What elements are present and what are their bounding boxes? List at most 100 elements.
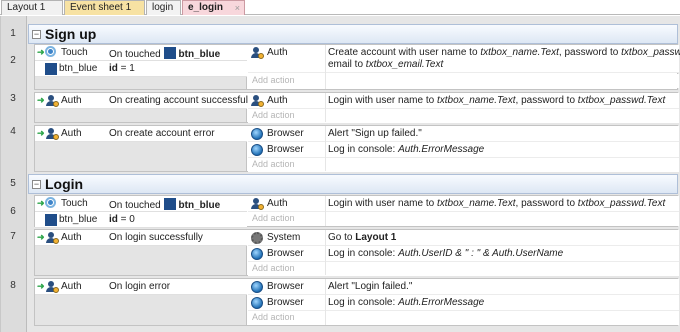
action-object: Browser: [267, 128, 304, 139]
condition-object: Touch: [61, 198, 88, 209]
event-sheet: 1 2 3 4 5 6 7 8 − Sign up ➜ Touch On tou…: [0, 16, 680, 332]
row-number: 3: [10, 93, 16, 104]
condition-on-create-account-error[interactable]: ➜ Auth On create account error: [35, 126, 247, 142]
action-log-console[interactable]: Browser Log in console: Auth.ErrorMessag…: [248, 142, 679, 158]
action-text: Login with user name to txtbox_name.Text…: [328, 95, 666, 106]
action-go-to-layout[interactable]: System Go to Layout 1: [248, 230, 679, 246]
event-row-3[interactable]: ➜ Auth On creating account successfully …: [34, 92, 679, 123]
group-login[interactable]: − Login: [28, 174, 678, 194]
condition-label: On touched: [109, 49, 161, 60]
action-object: Browser: [267, 248, 304, 259]
browser-icon: [251, 144, 263, 156]
condition-on-creating-account[interactable]: ➜ Auth On creating account successfully: [35, 93, 255, 109]
add-action-link[interactable]: Add action: [248, 109, 679, 123]
event-row-4[interactable]: ➜ Auth On create account error Browser A…: [34, 125, 679, 172]
event-row-7[interactable]: ➜ Auth On login successfully System Go t…: [34, 229, 679, 276]
condition-label: On touched: [109, 200, 161, 211]
row-number: 7: [10, 231, 16, 242]
action-create-account[interactable]: Auth Create account with user name to tx…: [248, 45, 680, 73]
condition-on-touched[interactable]: ➜ Touch On touched btn_blue: [35, 196, 247, 212]
action-text: Log in console: Auth.ErrorMessage: [328, 144, 485, 155]
condition-text: On touched btn_blue: [109, 198, 220, 211]
browser-icon: [251, 281, 263, 293]
condition-object: Auth: [61, 232, 82, 243]
action-log-console[interactable]: Browser Log in console: Auth.UserID & " …: [248, 246, 679, 262]
collapse-toggle[interactable]: −: [32, 30, 41, 39]
touch-icon: [45, 46, 57, 59]
conditions: ➜ Auth On login successfully: [35, 230, 247, 275]
trigger-arrow-icon: ➜: [37, 47, 45, 57]
condition-object: Auth: [61, 281, 82, 292]
action-login[interactable]: Auth Login with user name to txtbox_name…: [248, 196, 679, 212]
action-object: Browser: [267, 281, 304, 292]
tab-label: Event sheet 1: [70, 2, 132, 13]
condition-param: btn_blue: [178, 200, 221, 211]
variable-compare: = 0: [120, 214, 135, 225]
action-text: Alert "Sign up failed.": [328, 128, 422, 139]
event-row-8[interactable]: ➜ Auth On login error Browser Alert "Log…: [34, 278, 679, 326]
condition-instance-variable[interactable]: btn_blue id = 1: [35, 61, 247, 77]
event-row-6[interactable]: ➜ Touch On touched btn_blue btn_blue id …: [34, 195, 679, 228]
tab-e-login[interactable]: e_login ×: [182, 0, 245, 15]
action-alert[interactable]: Browser Alert "Sign up failed.": [248, 126, 679, 142]
group-title: Login: [45, 176, 84, 192]
conditions: ➜ Auth On create account error: [35, 126, 247, 171]
action-text: Alert "Login failed.": [328, 281, 413, 292]
trigger-arrow-icon: ➜: [37, 95, 45, 105]
tab-login[interactable]: login: [146, 0, 181, 15]
condition-text: On create account error: [109, 128, 215, 139]
tab-layout-1[interactable]: Layout 1: [1, 0, 63, 15]
row-number: 1: [10, 28, 16, 39]
row-number: 8: [10, 280, 16, 291]
auth-icon: [46, 128, 59, 140]
gear-icon: [251, 232, 263, 244]
condition-on-touched[interactable]: ➜ Touch On touched btn_blue: [35, 45, 247, 61]
action-object: Auth: [267, 198, 288, 209]
close-icon[interactable]: ×: [235, 1, 240, 15]
row-gutter: 1 2 3 4 5 6 7 8: [1, 16, 27, 332]
add-action-link[interactable]: Add action: [248, 212, 679, 226]
group-sign-up[interactable]: − Sign up: [28, 24, 678, 44]
variable-name: id: [109, 63, 118, 74]
condition-instance-variable[interactable]: btn_blue id = 0: [35, 212, 247, 228]
condition-on-login-successfully[interactable]: ➜ Auth On login successfully: [35, 230, 247, 246]
action-login[interactable]: Auth Login with user name to txtbox_name…: [248, 93, 679, 109]
add-action-link[interactable]: Add action: [248, 158, 679, 172]
conditions: ➜ Touch On touched btn_blue btn_blue id …: [35, 45, 247, 89]
action-text: Create account with user name to txtbox_…: [328, 47, 680, 70]
add-action-link[interactable]: Add action: [248, 262, 679, 276]
trigger-arrow-icon: ➜: [37, 128, 45, 138]
condition-text: On login error: [109, 281, 171, 292]
conditions: ➜ Touch On touched btn_blue btn_blue id …: [35, 196, 247, 228]
action-text: Log in console: Auth.ErrorMessage: [328, 297, 485, 308]
trigger-arrow-icon: ➜: [37, 198, 45, 208]
auth-icon: [46, 281, 59, 293]
action-object: Auth: [267, 47, 288, 58]
event-row-2[interactable]: ➜ Touch On touched btn_blue btn_blue id …: [34, 44, 680, 90]
browser-icon: [251, 297, 263, 309]
action-object: Browser: [267, 297, 304, 308]
trigger-arrow-icon: ➜: [37, 232, 45, 242]
add-action-link[interactable]: Add action: [248, 311, 679, 325]
action-log-console[interactable]: Browser Log in console: Auth.ErrorMessag…: [248, 295, 679, 311]
tab-label: login: [152, 2, 174, 13]
condition-on-login-error[interactable]: ➜ Auth On login error: [35, 279, 247, 295]
action-object: System: [267, 232, 301, 243]
auth-icon: [251, 198, 264, 210]
variable-name: id: [109, 214, 118, 225]
browser-icon: [251, 128, 263, 140]
btn-blue-sprite-icon: [163, 198, 176, 210]
btn-blue-sprite-icon: [163, 47, 176, 59]
conditions: ➜ Auth On login error: [35, 279, 247, 325]
condition-text: On login successfully: [109, 232, 203, 243]
condition-object: btn_blue: [59, 63, 98, 74]
action-alert[interactable]: Browser Alert "Login failed.": [248, 279, 679, 295]
add-action-link[interactable]: Add action: [248, 74, 679, 88]
row-number: 4: [10, 126, 16, 137]
btn-blue-sprite-icon: [45, 214, 57, 226]
action-text: Login with user name to txtbox_name.Text…: [328, 198, 666, 209]
variable-compare: = 1: [120, 63, 135, 74]
condition-text: On creating account successfully: [109, 95, 256, 106]
collapse-toggle[interactable]: −: [32, 180, 41, 189]
tab-event-sheet-1[interactable]: Event sheet 1: [64, 0, 145, 15]
